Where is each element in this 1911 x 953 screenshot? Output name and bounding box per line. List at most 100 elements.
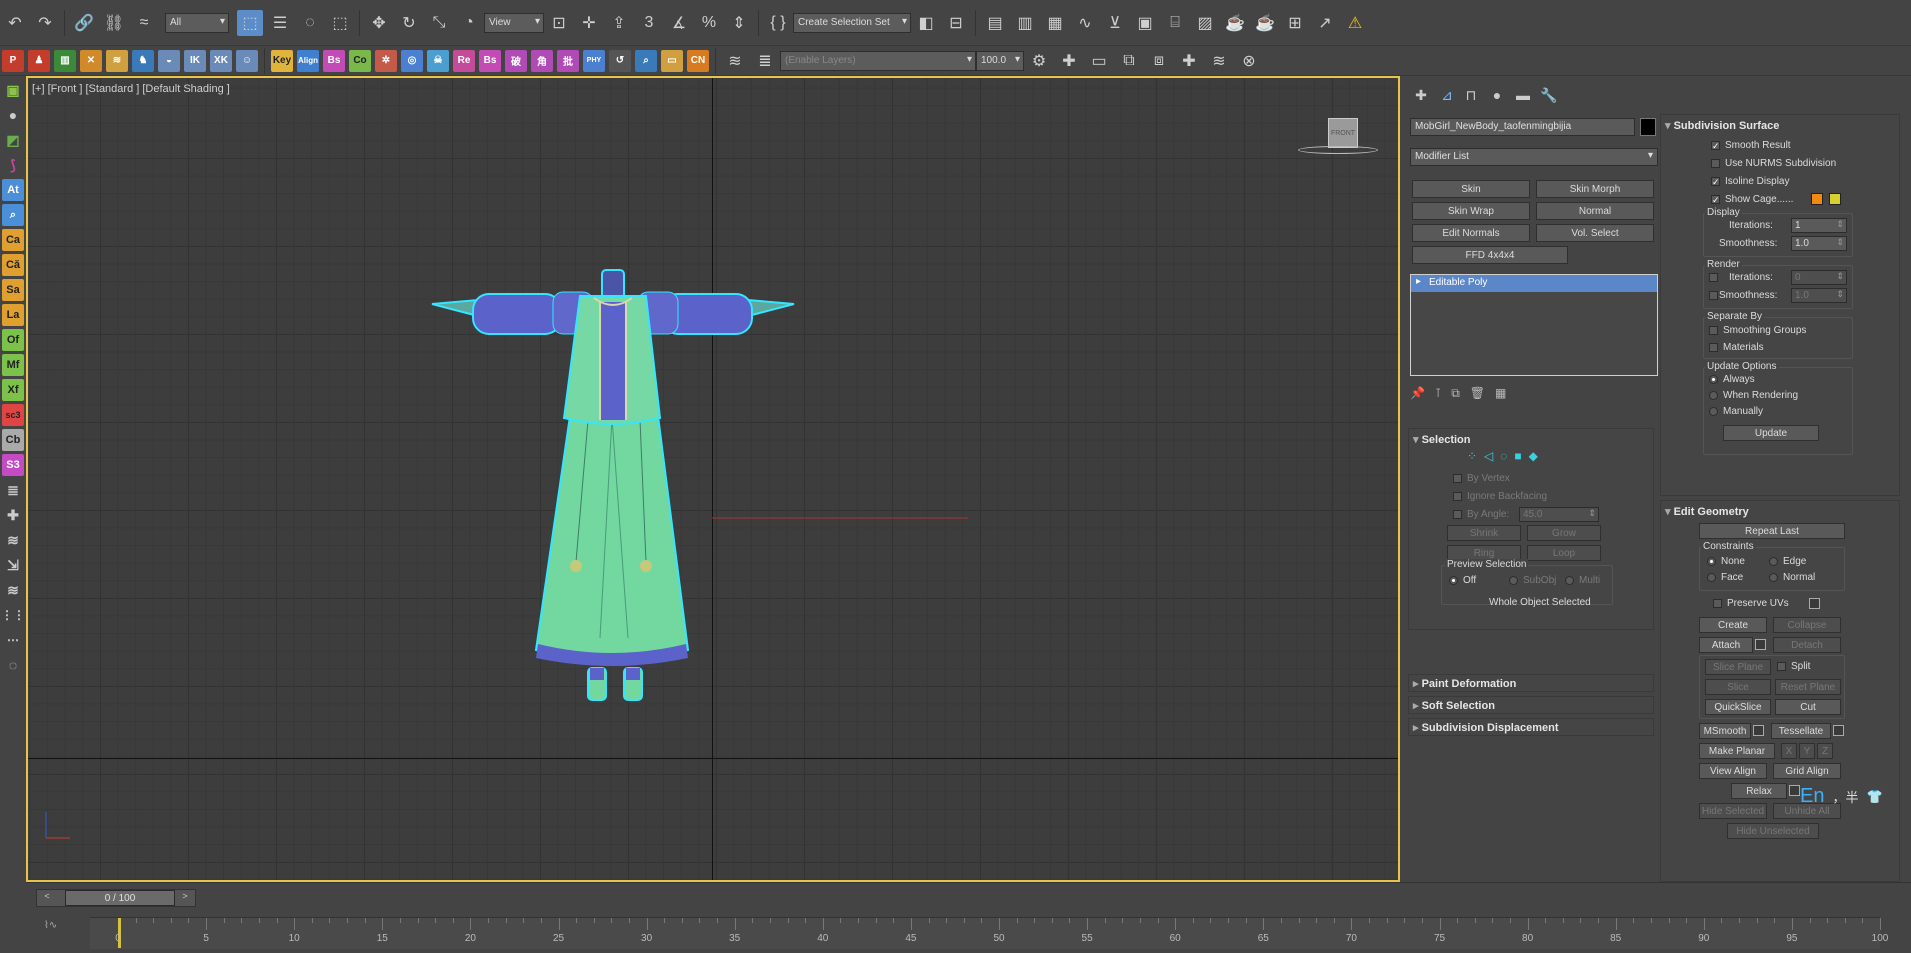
- ribbon-icon[interactable]: ▦: [1042, 10, 1068, 36]
- phy-skin-plugin-icon[interactable]: PHY: [583, 49, 605, 72]
- quickslice-button[interactable]: QuickSlice: [1705, 699, 1771, 715]
- slice-plane-button[interactable]: Slice Plane: [1705, 659, 1771, 675]
- break-plugin-button[interactable]: 破: [505, 49, 527, 72]
- shrink-button[interactable]: Shrink: [1447, 525, 1521, 541]
- tool-sa-button[interactable]: Sa: [2, 279, 24, 301]
- scene-explorer-icon[interactable]: ▤: [982, 10, 1008, 36]
- constraint-edge-radio[interactable]: [1769, 557, 1778, 566]
- rendered-frame-icon[interactable]: ▨: [1192, 10, 1218, 36]
- ime-indicator[interactable]: En ，半 👕: [1800, 785, 1883, 808]
- grid-tool-icon[interactable]: ⋮⋮: [1, 604, 25, 626]
- configure-sets-icon[interactable]: ▦: [1495, 386, 1506, 401]
- render-iterations-checkbox[interactable]: [1709, 273, 1718, 282]
- mirror-icon[interactable]: ◧: [913, 10, 939, 36]
- search-plugin-icon[interactable]: ⌕: [635, 49, 657, 72]
- rotate-icon[interactable]: ↻: [396, 10, 422, 36]
- relax-button[interactable]: Relax: [1731, 783, 1787, 799]
- ime-symbols[interactable]: ，半: [1832, 787, 1858, 806]
- skull-plugin-icon[interactable]: ☠: [427, 49, 449, 72]
- named-selection-dropdown[interactable]: Create Selection Set: [793, 12, 911, 33]
- next-frame-icon[interactable]: >: [177, 891, 193, 905]
- object-name-field[interactable]: MobGirl_NewBody_taofenmingbijia: [1410, 118, 1635, 136]
- msmooth-button[interactable]: MSmooth: [1699, 723, 1751, 739]
- bind-space-warp-icon[interactable]: ≈: [131, 10, 157, 36]
- cn-plugin-button[interactable]: CN: [687, 49, 709, 72]
- preview-multi-radio[interactable]: [1565, 576, 1574, 585]
- selection-rollout-title[interactable]: Selection: [1413, 433, 1471, 446]
- preview-off-radio[interactable]: [1449, 576, 1458, 585]
- cage-color-2-swatch[interactable]: [1829, 193, 1841, 205]
- render-arrow-icon[interactable]: ↗: [1312, 10, 1338, 36]
- tessellate-button[interactable]: Tessellate: [1771, 723, 1831, 739]
- motion-tab-icon[interactable]: ●: [1486, 86, 1508, 104]
- cage-color-1-swatch[interactable]: [1811, 193, 1823, 205]
- tool-cb-button[interactable]: Cb: [2, 429, 24, 451]
- tool-sc3-button[interactable]: sc3: [2, 404, 24, 426]
- render-grid-icon[interactable]: ⊞: [1282, 10, 1308, 36]
- stack-item-editable-poly[interactable]: Editable Poly: [1411, 275, 1657, 292]
- grid-align-button[interactable]: Grid Align: [1773, 763, 1841, 779]
- stack-tool-icon[interactable]: ≋: [2, 529, 24, 551]
- selection-filter-dropdown[interactable]: All: [165, 12, 229, 33]
- bs-plugin-button-2[interactable]: Bs: [479, 49, 501, 72]
- smooth-result-checkbox[interactable]: ✓: [1711, 141, 1720, 151]
- ignore-backfacing-checkbox[interactable]: [1453, 492, 1462, 501]
- preview-subobj-radio[interactable]: [1509, 576, 1518, 585]
- curve-editor-icon[interactable]: ∿: [1072, 10, 1098, 36]
- bone-plugin-icon[interactable]: ✕: [80, 49, 102, 72]
- select-object-icon[interactable]: ⬚: [237, 9, 263, 36]
- layer-stack-icon[interactable]: ≣: [752, 48, 778, 74]
- collapse-layer-icon[interactable]: ≋: [1206, 48, 1232, 74]
- soft-selection-title[interactable]: Soft Selection: [1413, 699, 1495, 712]
- placement-icon[interactable]: ◔: [456, 10, 482, 36]
- ime-settings-icon[interactable]: 👕: [1866, 789, 1882, 805]
- tool-xf-button[interactable]: Xf: [2, 379, 24, 401]
- layers-icon[interactable]: ≋: [722, 48, 748, 74]
- remove-modifier-icon[interactable]: 🗑: [1470, 386, 1485, 401]
- ffd-button[interactable]: FFD 4x4x4: [1412, 246, 1568, 264]
- xik-plugin-icon[interactable]: XK: [210, 49, 232, 72]
- create-button[interactable]: Create: [1699, 617, 1767, 633]
- tool-s3-button[interactable]: S3: [2, 454, 24, 476]
- render-smoothness-checkbox[interactable]: [1709, 291, 1718, 300]
- angle-plugin-button[interactable]: 角: [531, 49, 553, 72]
- skin-button[interactable]: Skin: [1412, 180, 1530, 198]
- reference-coordinate-dropdown[interactable]: View: [484, 12, 544, 33]
- scale-icon[interactable]: ⤡: [426, 10, 452, 36]
- smoothing-groups-checkbox[interactable]: [1709, 326, 1718, 335]
- split-checkbox[interactable]: [1777, 662, 1786, 671]
- skin-wrap-button[interactable]: Skin Wrap: [1412, 202, 1530, 220]
- planar-z-button[interactable]: Z: [1817, 743, 1833, 759]
- select-manipulate-icon[interactable]: ✛: [576, 10, 602, 36]
- grow-button[interactable]: Grow: [1527, 525, 1601, 541]
- paint-deformation-title[interactable]: Paint Deformation: [1413, 677, 1517, 690]
- snaps-toggle-icon[interactable]: 3: [636, 10, 662, 36]
- use-nurms-checkbox[interactable]: [1711, 159, 1720, 168]
- phy-plugin-icon[interactable]: P: [2, 49, 24, 72]
- export-tool-icon[interactable]: ⇲: [2, 554, 24, 576]
- prev-frame-icon[interactable]: <: [39, 891, 55, 905]
- anim-layer-icon[interactable]: ⚙: [1026, 48, 1052, 74]
- layer-tool-icon[interactable]: ≣: [2, 479, 24, 501]
- layer-explorer-icon[interactable]: ▥: [1012, 10, 1038, 36]
- edit-geometry-title[interactable]: Edit Geometry: [1665, 505, 1749, 518]
- layer-dropdown[interactable]: (Enable Layers): [780, 50, 976, 71]
- tool-at-button[interactable]: At: [2, 179, 24, 201]
- isoline-checkbox[interactable]: ✓: [1711, 177, 1720, 187]
- warning-icon[interactable]: ⚠: [1342, 10, 1368, 36]
- cut-button[interactable]: Cut: [1775, 699, 1841, 715]
- mini-curve-editor-icon[interactable]: ⌇∿: [44, 920, 57, 931]
- skin-morph-button[interactable]: Skin Morph: [1536, 180, 1654, 198]
- stretch-plugin-icon[interactable]: ◒: [158, 49, 180, 72]
- constraint-face-radio[interactable]: [1707, 573, 1716, 582]
- hierarchy-tab-icon[interactable]: ⊓: [1460, 86, 1482, 104]
- circle-tool-icon[interactable]: ◌: [2, 654, 24, 676]
- redo-icon[interactable]: ↷: [32, 10, 58, 36]
- copy-layer-icon[interactable]: ⧉: [1116, 48, 1142, 74]
- batch-plugin-button[interactable]: 批: [557, 49, 579, 72]
- subdivision-displacement-title[interactable]: Subdivision Displacement: [1413, 721, 1559, 734]
- rotate-plugin-icon[interactable]: ↺: [609, 49, 631, 72]
- modifier-stack[interactable]: Editable Poly: [1410, 274, 1658, 376]
- tool-mf-button[interactable]: Mf: [2, 354, 24, 376]
- material-editor-icon[interactable]: ▣: [1132, 10, 1158, 36]
